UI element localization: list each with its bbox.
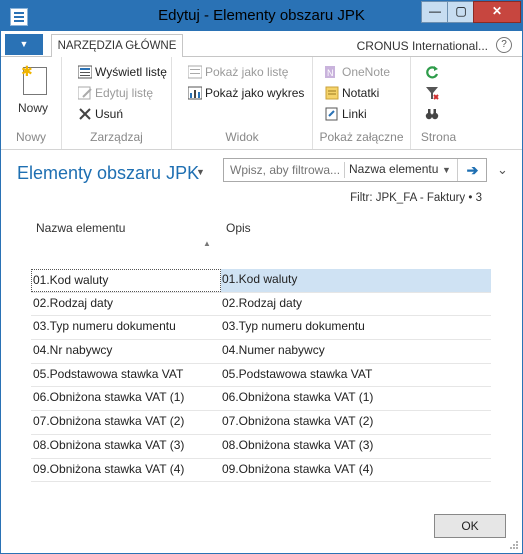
maximize-button[interactable]: ▢ — [447, 1, 475, 23]
pokaz-jako-liste-label: Pokaż jako listę — [205, 65, 289, 79]
svg-text:N: N — [327, 68, 334, 78]
search-separator — [344, 162, 345, 178]
ribbon-group-zarzadzaj: Wyświetl listę Edytuj listę Usuń Zarządz… — [62, 57, 172, 149]
cell-opis[interactable]: 08.Obniżona stawka VAT (3) — [222, 438, 373, 452]
column-header-opis[interactable]: Opis — [226, 221, 251, 235]
cell-nazwa[interactable]: 06.Obniżona stawka VAT (1) — [33, 390, 217, 404]
cell-nazwa[interactable]: 07.Obniżona stawka VAT (2) — [33, 414, 217, 428]
cell-nazwa[interactable]: 02.Rodzaj daty — [33, 296, 217, 310]
field-select[interactable]: Nazwa elementu — [349, 162, 438, 176]
arrow-right-icon[interactable]: ➔ — [457, 159, 487, 181]
title-bar: Edytuj - Elementy obszaru JPK — ▢ ✕ — [1, 1, 522, 31]
ribbon-group-nowy: ✱ Nowy Nowy — [1, 57, 62, 149]
cell-opis[interactable]: 05.Podstawowa stawka VAT — [222, 367, 372, 381]
table-row[interactable]: 09.Obniżona stawka VAT (4) 09.Obniżona s… — [31, 459, 491, 483]
ribbon-tab-row: ▼ NARZĘDZIA GŁÓWNE CRONUS International.… — [1, 31, 522, 58]
table-row[interactable]: 02.Rodzaj daty 02.Rodzaj daty — [31, 293, 491, 317]
filter-summary: Filtr: JPK_FA - Faktury • 3 — [350, 192, 482, 204]
expand-chevron-icon[interactable]: ⌄ — [497, 162, 508, 178]
table-row[interactable]: 06.Obniżona stawka VAT (1) 06.Obniżona s… — [31, 387, 491, 412]
group-label-nowy: Nowy — [15, 130, 46, 144]
cell-opis[interactable]: 02.Rodzaj daty — [222, 296, 302, 310]
cell-opis[interactable]: 01.Kod waluty — [222, 272, 297, 286]
cell-nazwa[interactable]: 03.Typ numeru dokumentu — [33, 319, 217, 333]
title-dropdown-icon[interactable]: ▼ — [196, 167, 205, 177]
cell-nazwa[interactable]: 08.Obniżona stawka VAT (3) — [33, 438, 217, 452]
cell-nazwa[interactable]: 04.Nr nabywcy — [33, 343, 217, 357]
footer: OK — [1, 506, 522, 553]
cell-opis[interactable]: 09.Obniżona stawka VAT (4) — [222, 462, 373, 476]
table-row[interactable]: 01.Kod waluty 01.Kod waluty — [31, 269, 491, 293]
table-row[interactable]: 05.Podstawowa stawka VAT 05.Podstawowa s… — [31, 364, 491, 388]
refresh-icon — [426, 66, 439, 79]
ribbon-group-widok: Pokaż jako listę Pokaż jako wykres Widok — [172, 57, 313, 149]
data-grid: 01.Kod waluty 01.Kod waluty 02.Rodzaj da… — [31, 269, 491, 483]
cell-nazwa[interactable]: 09.Obniżona stawka VAT (4) — [33, 462, 217, 476]
table-row[interactable]: 04.Nr nabywcy 04.Numer nabywcy — [31, 340, 491, 364]
resize-grip-icon[interactable] — [509, 540, 519, 550]
list-view-icon — [78, 65, 92, 79]
help-icon[interactable]: ? — [496, 37, 512, 53]
ribbon-group-zalacznik: N OneNote Notatki Linki Pokaż załączne — [313, 57, 411, 149]
nowy-button[interactable]: ✱ Nowy — [15, 63, 51, 125]
binoculars-icon — [425, 109, 439, 120]
search-input[interactable] — [228, 162, 342, 178]
notes-icon — [325, 86, 339, 100]
table-row[interactable]: 03.Typ numeru dokumentu 03.Typ numeru do… — [31, 316, 491, 341]
app-menu-button[interactable]: ▼ — [5, 34, 43, 55]
notatki-label: Notatki — [342, 86, 380, 100]
links-icon — [325, 107, 338, 121]
group-label-zalacznik: Pokaż załączne — [319, 130, 404, 144]
cell-nazwa[interactable]: 05.Podstawowa stawka VAT — [33, 367, 217, 381]
chart-icon — [188, 86, 202, 100]
usun-label: Usuń — [95, 107, 124, 121]
linki-label: Linki — [342, 107, 367, 121]
window: Edytuj - Elementy obszaru JPK — ▢ ✕ ▼ NA… — [0, 0, 523, 554]
pokaz-jako-wykres-label: Pokaż jako wykres — [205, 86, 305, 100]
table-row[interactable]: 08.Obniżona stawka VAT (3) 08.Obniżona s… — [31, 435, 491, 459]
onenote-icon: N — [325, 66, 335, 78]
cell-nazwa[interactable]: 01.Kod waluty — [31, 269, 221, 292]
cell-opis[interactable]: 07.Obniżona stawka VAT (2) — [222, 414, 373, 428]
edit-list-icon — [78, 86, 92, 100]
show-as-list-icon — [188, 65, 202, 79]
sort-ascending-icon: ▲ — [203, 239, 211, 248]
delete-icon — [79, 108, 91, 120]
chevron-down-icon[interactable]: ▼ — [442, 165, 451, 175]
page-title[interactable]: Elementy obszaru JPK — [17, 163, 199, 184]
column-header-nazwa[interactable]: Nazwa elementu — [36, 221, 125, 235]
cell-opis[interactable]: 04.Numer nabywcy — [222, 343, 325, 357]
group-label-strona: Strona — [420, 130, 457, 144]
ribbon-group-strona: Strona — [411, 57, 466, 149]
nowy-label: Nowy — [17, 101, 48, 115]
onenote-label: OneNote — [342, 65, 391, 79]
tab-narzedzia-glowne[interactable]: NARZĘDZIA GŁÓWNE — [51, 34, 183, 58]
table-row[interactable]: 07.Obniżona stawka VAT (2) 07.Obniżona s… — [31, 411, 491, 435]
filter-box: Nazwa elementu ▼ ➔ — [223, 158, 487, 182]
company-name[interactable]: CRONUS International... — [357, 39, 488, 53]
edytuj-liste-label: Edytuj listę — [95, 86, 154, 100]
close-button[interactable]: ✕ — [473, 1, 521, 23]
group-label-zarzadzaj: Zarządzaj — [90, 130, 143, 144]
page-header: Elementy obszaru JPK ▼ Nazwa elementu ▼ … — [1, 150, 522, 210]
clear-filter-icon — [426, 87, 439, 100]
column-headers: Nazwa elementu Opis ▲ — [1, 211, 522, 266]
group-label-widok: Widok — [225, 130, 259, 144]
wyswietl-liste-label: Wyświetl listę — [95, 65, 167, 79]
star-icon: ✱ — [21, 63, 33, 79]
ribbon: ✱ Nowy Nowy Wyświetl listę Edytuj listę … — [1, 57, 522, 150]
minimize-button[interactable]: — — [421, 1, 449, 23]
cell-opis[interactable]: 06.Obniżona stawka VAT (1) — [222, 390, 373, 404]
cell-opis[interactable]: 03.Typ numeru dokumentu — [222, 319, 365, 333]
ok-button[interactable]: OK — [434, 514, 506, 538]
